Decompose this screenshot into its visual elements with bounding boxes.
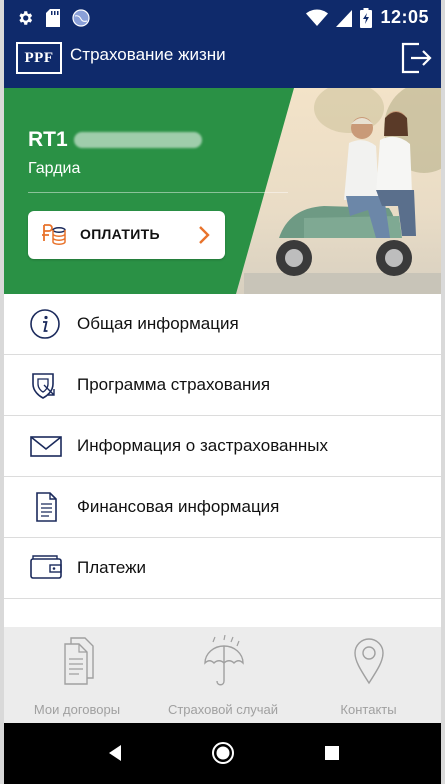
nav-item-insured-event[interactable]: Страховой случай bbox=[150, 627, 296, 723]
app-bar: PPF Страхование жизни bbox=[4, 36, 441, 88]
contract-number: RT1 bbox=[28, 128, 202, 152]
system-navigation-bar bbox=[4, 723, 441, 784]
back-icon[interactable] bbox=[107, 744, 123, 762]
documents-icon bbox=[64, 637, 94, 685]
envelope-icon bbox=[30, 436, 62, 457]
globe-icon bbox=[72, 9, 90, 27]
logout-icon[interactable] bbox=[397, 40, 433, 76]
umbrella-icon bbox=[204, 635, 244, 686]
menu-item-label: Платежи bbox=[77, 558, 146, 577]
sd-card-icon bbox=[46, 9, 60, 27]
app-title: Страхование жизни bbox=[70, 45, 226, 64]
status-icons-left bbox=[16, 9, 90, 27]
status-icons-right: 12:05 bbox=[306, 7, 429, 28]
ppf-logo: PPF bbox=[16, 42, 62, 74]
app-screen: 12:05 PPF Страхование жизни RT1 Гардиа О… bbox=[4, 0, 441, 784]
battery-charging-icon bbox=[360, 7, 373, 28]
location-pin-icon bbox=[354, 638, 384, 685]
shield-icon bbox=[32, 373, 55, 399]
recent-apps-icon[interactable] bbox=[324, 745, 340, 761]
contract-menu: Общая информация Программа страхования И… bbox=[4, 294, 441, 599]
info-icon bbox=[30, 309, 60, 339]
clock-time: 12:05 bbox=[380, 7, 429, 27]
document-icon bbox=[36, 492, 57, 522]
nav-item-my-contracts[interactable]: Мои договоры bbox=[4, 627, 150, 723]
menu-item-insurance-program[interactable]: Программа страхования bbox=[4, 355, 441, 416]
gear-icon bbox=[19, 11, 33, 25]
status-bar: 12:05 bbox=[4, 0, 441, 36]
contract-number-prefix: RT1 bbox=[28, 128, 68, 151]
product-name: Гардиа bbox=[28, 160, 81, 177]
home-icon[interactable] bbox=[211, 741, 235, 765]
menu-item-label: Общая информация bbox=[77, 314, 239, 333]
menu-item-general-info[interactable]: Общая информация bbox=[4, 294, 441, 355]
nav-item-contacts[interactable]: Контакты bbox=[296, 627, 441, 723]
nav-label: Контакты bbox=[340, 702, 397, 717]
menu-item-label: Информация о застрахованных bbox=[77, 436, 328, 455]
ruble-coins-icon bbox=[42, 224, 66, 245]
scooter-couple-photo bbox=[236, 88, 441, 294]
menu-item-label: Программа страхования bbox=[77, 375, 271, 394]
wifi-icon bbox=[306, 9, 329, 26]
logo-text: PPF bbox=[24, 49, 54, 66]
bottom-navigation: Мои договоры Страховой случай Контакты bbox=[4, 627, 441, 723]
menu-item-financial-info[interactable]: Финансовая информация bbox=[4, 477, 441, 538]
chevron-right-icon bbox=[199, 226, 210, 244]
menu-item-payments[interactable]: Платежи bbox=[4, 538, 441, 599]
banner-divider bbox=[28, 192, 288, 193]
nav-label: Страховой случай bbox=[167, 702, 279, 717]
wallet-icon bbox=[30, 555, 62, 579]
contract-number-masked bbox=[73, 132, 202, 148]
menu-item-insured-info[interactable]: Информация о застрахованных bbox=[4, 416, 441, 477]
cellular-icon bbox=[336, 9, 353, 27]
nav-label: Мои договоры bbox=[33, 702, 121, 717]
menu-item-label: Финансовая информация bbox=[77, 497, 280, 516]
pay-button[interactable]: ОПЛАТИТЬ bbox=[28, 211, 225, 259]
pay-button-label: ОПЛАТИТЬ bbox=[80, 226, 160, 242]
contract-banner: RT1 Гардиа ОПЛАТИТЬ bbox=[4, 88, 441, 294]
